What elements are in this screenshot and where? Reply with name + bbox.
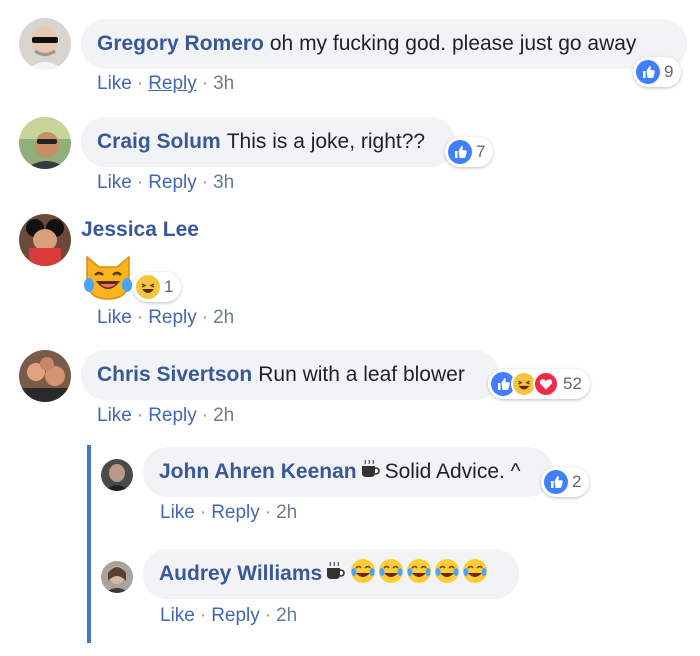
reaction-summary[interactable]: 2	[541, 467, 590, 497]
reaction-summary[interactable]: 9	[633, 57, 682, 87]
reply-link[interactable]: Reply	[211, 605, 260, 626]
reply-text: Solid Advice. ^	[384, 460, 521, 483]
avatar-chris-sivertson[interactable]	[19, 350, 71, 402]
timestamp[interactable]: 2h	[276, 605, 297, 626]
reply-thread-line	[87, 445, 91, 643]
timestamp[interactable]: 3h	[213, 172, 234, 193]
avatar-craig-solum[interactable]	[19, 117, 71, 169]
comment-text: Run with a leaf blower	[258, 363, 465, 386]
coffee-cup-icon	[324, 560, 346, 588]
comment-text: This is a joke, right??	[226, 130, 426, 153]
coffee-cup-icon	[359, 458, 381, 486]
laughing-emoji-icon	[406, 558, 432, 590]
love-icon	[533, 371, 559, 397]
timestamp[interactable]: 2h	[213, 405, 234, 426]
haha-icon	[136, 275, 160, 299]
reply-bubble: Audrey Williams	[143, 549, 519, 599]
comment-actions: Like · Reply · 3h	[97, 172, 235, 193]
timestamp[interactable]: 2h	[276, 502, 297, 523]
avatar-gregory-romero[interactable]	[19, 18, 71, 70]
reply-link[interactable]: Reply	[148, 73, 197, 94]
comment-bubble: Chris Sivertson Run with a leaf blower	[81, 350, 499, 400]
timestamp[interactable]: 3h	[213, 73, 234, 94]
like-icon	[544, 470, 568, 494]
reaction-count: 52	[563, 374, 582, 393]
reaction-summary[interactable]: 1	[133, 272, 182, 302]
reply-link[interactable]: Reply	[148, 307, 197, 328]
reply-actions: Like · Reply · 2h	[160, 605, 298, 626]
comment-author[interactable]: Jessica Lee	[81, 218, 199, 242]
like-link[interactable]: Like	[97, 307, 132, 328]
reaction-count: 7	[476, 142, 486, 161]
comment-bubble: Craig Solum This is a joke, right??	[81, 117, 455, 167]
like-link[interactable]: Like	[97, 172, 132, 193]
laughing-emoji-icon	[434, 558, 460, 590]
like-icon	[636, 60, 660, 84]
comment-author[interactable]: Gregory Romero	[97, 32, 264, 56]
reaction-count: 2	[572, 472, 582, 491]
reply-author[interactable]: John Ahren Keenan	[159, 460, 357, 484]
laughing-emoji-icon	[350, 558, 376, 590]
laughing-cat-sticker	[81, 249, 135, 308]
like-link[interactable]: Like	[160, 605, 195, 626]
reaction-summary[interactable]: 52	[488, 369, 590, 399]
like-link[interactable]: Like	[160, 502, 195, 523]
like-link[interactable]: Like	[97, 405, 132, 426]
comment-author[interactable]: Chris Sivertson	[97, 363, 252, 387]
reply-bubble: John Ahren Keenan Solid Advice. ^	[143, 447, 553, 497]
comment-actions: Like · Reply · 3h	[97, 73, 235, 94]
like-link[interactable]: Like	[97, 73, 132, 94]
avatar-audrey-williams[interactable]	[101, 561, 133, 593]
timestamp[interactable]: 2h	[213, 307, 234, 328]
comment-actions: Like · Reply · 2h	[97, 405, 235, 426]
comment-actions: Like · Reply · 2h	[97, 307, 235, 328]
laughing-emoji-icon	[378, 558, 404, 590]
comment-bubble: Gregory Romero oh my fucking god. please…	[81, 19, 687, 69]
reaction-summary[interactable]: 7	[445, 137, 494, 167]
like-icon	[448, 140, 472, 164]
reply-actions: Like · Reply · 2h	[160, 502, 298, 523]
reply-author[interactable]: Audrey Williams	[159, 562, 322, 586]
avatar-jessica-lee[interactable]	[19, 214, 71, 266]
reply-link[interactable]: Reply	[148, 405, 197, 426]
reply-link[interactable]: Reply	[148, 172, 197, 193]
comment-text: oh my fucking god. please just go away	[269, 32, 637, 55]
reply-link[interactable]: Reply	[211, 502, 260, 523]
reaction-count: 9	[664, 62, 674, 81]
reaction-count: 1	[164, 277, 174, 296]
laughing-emoji-icon	[462, 558, 488, 590]
comment-author[interactable]: Craig Solum	[97, 130, 221, 154]
avatar-john-ahren-keenan[interactable]	[101, 459, 133, 491]
